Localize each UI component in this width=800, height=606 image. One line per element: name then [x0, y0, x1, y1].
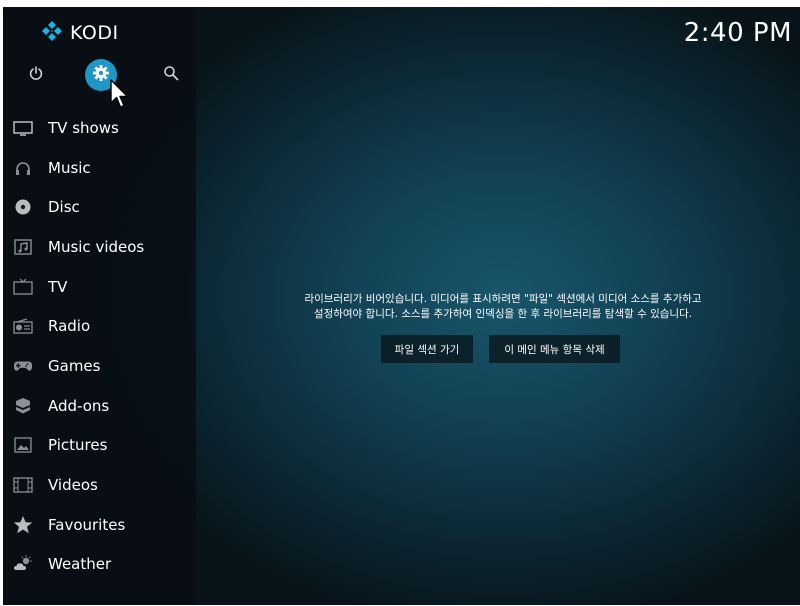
go-to-files-button[interactable]: 파일 섹션 가기	[381, 335, 473, 363]
empty-library-message-line: 설정하여야 합니다. 소스를 추가하여 인덱싱을 한 후 라이브러리를 탐색할 …	[313, 308, 693, 320]
kodi-window: KODI TV shows Music Disc Music videos TV…	[3, 7, 800, 605]
star-icon	[13, 515, 33, 535]
menu-item-favourites[interactable]: Favourites	[3, 505, 196, 545]
kodi-logo[interactable]: KODI	[41, 20, 119, 46]
menu-item-label: TV	[48, 277, 68, 296]
search-icon	[163, 65, 179, 85]
menu-item-label: TV shows	[48, 118, 119, 137]
menu-item-label: Add-ons	[48, 396, 110, 415]
tv-icon	[13, 118, 33, 138]
menu-item-disc[interactable]: Disc	[3, 187, 196, 227]
power-button[interactable]	[22, 61, 50, 89]
main-menu: TV shows Music Disc Music videos TV Radi…	[3, 108, 196, 584]
radio-icon	[13, 316, 33, 336]
addons-icon	[13, 396, 33, 416]
menu-item-label: Weather	[48, 555, 112, 574]
menu-item-add-ons[interactable]: Add-ons	[3, 386, 196, 426]
menu-item-label: Music	[48, 158, 91, 177]
headphones-icon	[13, 158, 33, 178]
menu-item-label: Videos	[48, 476, 98, 495]
gear-icon	[92, 64, 110, 86]
gamepad-icon	[13, 356, 33, 376]
kodi-logo-text: KODI	[70, 22, 119, 44]
menu-item-tv-shows[interactable]: TV shows	[3, 108, 196, 148]
menu-item-weather[interactable]: Weather	[3, 545, 196, 585]
empty-library-message: 라이브러리가 비어있습니다. 미디어를 표시하려면 "파일" 섹션에서 미디어 …	[233, 292, 773, 322]
menu-item-music[interactable]: Music	[3, 148, 196, 188]
menu-item-label: Favourites	[48, 515, 126, 534]
empty-library-message-line: 라이브러리가 비어있습니다. 미디어를 표시하려면 "파일" 섹션에서 미디어 …	[304, 293, 702, 305]
menu-item-label: Radio	[48, 317, 91, 336]
menu-item-radio[interactable]: Radio	[3, 306, 196, 346]
menu-item-label: Games	[48, 356, 101, 375]
remove-menu-item-button[interactable]: 이 메인 메뉴 항목 삭제	[489, 335, 620, 363]
menu-item-label: Pictures	[48, 436, 108, 455]
menu-item-videos[interactable]: Videos	[3, 465, 196, 505]
clock: 2:40 PM	[683, 18, 792, 48]
menu-item-label: Music videos	[48, 237, 145, 256]
power-icon	[28, 65, 44, 85]
tv-outline-icon	[13, 277, 33, 297]
menu-item-pictures[interactable]: Pictures	[3, 426, 196, 466]
menu-item-label: Disc	[48, 198, 80, 217]
disc-icon	[13, 197, 33, 217]
pictures-icon	[13, 435, 33, 455]
weather-icon	[13, 554, 33, 574]
menu-item-music-videos[interactable]: Music videos	[3, 227, 196, 267]
music-video-icon	[13, 237, 33, 257]
sidebar: KODI TV shows Music Disc Music videos TV…	[3, 7, 196, 605]
kodi-logo-icon	[41, 20, 63, 46]
menu-item-tv[interactable]: TV	[3, 267, 196, 307]
film-icon	[13, 475, 33, 495]
search-button[interactable]	[157, 61, 185, 89]
menu-item-games[interactable]: Games	[3, 346, 196, 386]
